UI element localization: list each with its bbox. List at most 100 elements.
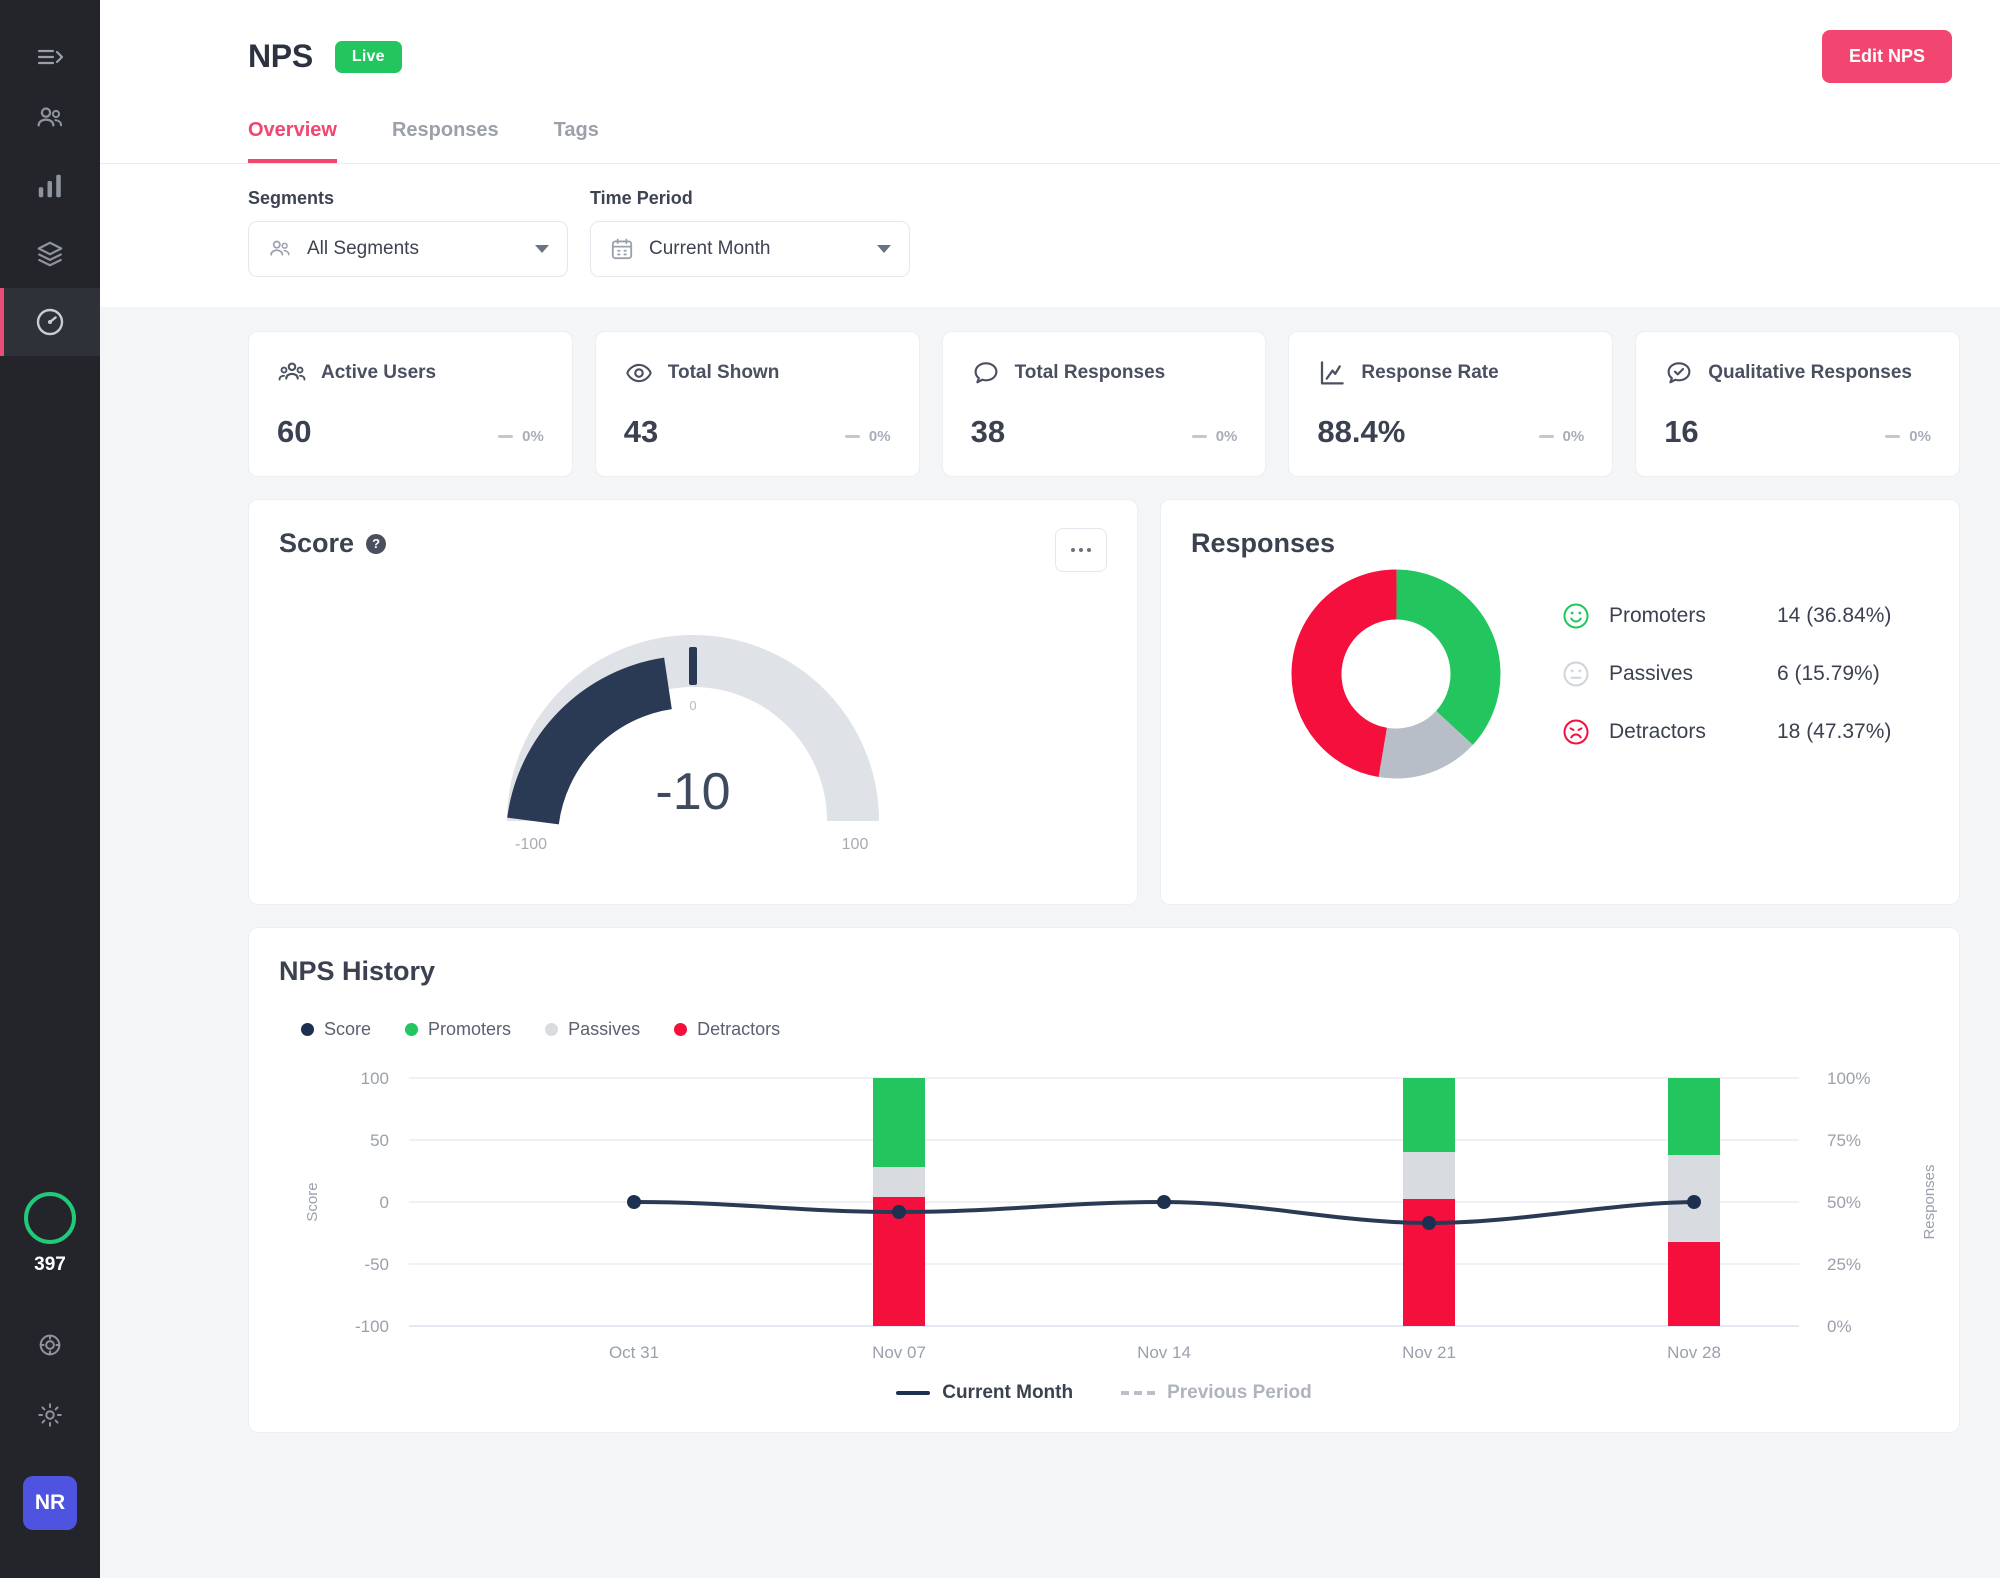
- kpi-head: Total Shown: [624, 358, 891, 388]
- segments-select[interactable]: All Segments: [248, 221, 568, 277]
- legend-label: Score: [324, 1019, 371, 1040]
- kpi-head: Total Responses: [971, 358, 1238, 388]
- score-more-button[interactable]: [1055, 528, 1107, 572]
- score-point[interactable]: [892, 1205, 906, 1219]
- score-panel: Score ?: [248, 499, 1138, 905]
- footer-legend-current-month[interactable]: Current Month: [896, 1382, 1073, 1404]
- legend-label: Passives: [568, 1019, 640, 1040]
- sidebar-item-users[interactable]: [0, 84, 100, 152]
- legend-item-promoters[interactable]: Promoters: [405, 1019, 511, 1040]
- bar-promoters: [1668, 1078, 1720, 1155]
- legend-item-score[interactable]: Score: [301, 1019, 371, 1040]
- bar-promoters: [873, 1078, 925, 1167]
- x-tick-label: Oct 31: [609, 1343, 659, 1362]
- segments-value: All Segments: [307, 238, 521, 260]
- nps-history-legend: Score Promoters Passives Detractors: [301, 1019, 1929, 1040]
- x-tick-label: Nov 21: [1402, 1343, 1456, 1362]
- sidebar-item-analytics[interactable]: [0, 152, 100, 220]
- eye-icon: [624, 358, 654, 388]
- kpi-delta: 0%: [1539, 428, 1585, 450]
- legend-dot-icon: [405, 1023, 418, 1036]
- bar-detractors: [1668, 1242, 1720, 1326]
- kpi-head: Response Rate: [1317, 358, 1584, 388]
- kpi-head: Qualitative Responses: [1664, 358, 1931, 388]
- y2-tick-label: 25%: [1827, 1255, 1861, 1274]
- footer-legend-previous-period[interactable]: Previous Period: [1121, 1382, 1312, 1404]
- kpi-card-qualitative-responses: Qualitative Responses 16 0%: [1635, 331, 1960, 477]
- legend-row-passives: Passives 6 (15.79%): [1561, 659, 1891, 689]
- kpi-row: Active Users 60 0%: [248, 331, 1960, 477]
- kpi-foot: 88.4% 0%: [1317, 414, 1584, 450]
- chat-check-icon: [1664, 358, 1694, 388]
- flat-trend-icon: [1192, 435, 1207, 438]
- tab-overview[interactable]: Overview: [248, 119, 337, 163]
- chart-footer-legend: Current Month Previous Period: [279, 1382, 1929, 1404]
- tab-responses[interactable]: Responses: [392, 119, 499, 163]
- sidebar-item-layers[interactable]: [0, 220, 100, 288]
- bar-group-nov21: [1403, 1078, 1455, 1326]
- people-icon: [267, 236, 293, 262]
- legend-label: Detractors: [697, 1019, 780, 1040]
- sidebar-item-settings[interactable]: [0, 1380, 100, 1450]
- legend-name: Detractors: [1609, 720, 1759, 744]
- calendar-icon: [609, 236, 635, 262]
- y-tick-label: 50: [370, 1131, 389, 1150]
- legend-row-detractors: Detractors 18 (47.37%): [1561, 717, 1891, 747]
- gauge-min-label: -100: [515, 836, 547, 853]
- dashed-line-icon: [1121, 1391, 1155, 1395]
- kpi-foot: 43 0%: [624, 414, 891, 450]
- tabs: Overview Responses Tags: [100, 119, 2000, 164]
- kpi-card-response-rate: Response Rate 88.4% 0%: [1288, 331, 1613, 477]
- ellipsis-icon: [1079, 548, 1083, 552]
- sidebar-item-nps[interactable]: [0, 288, 100, 356]
- score-gauge: 0 -100 100 -10: [279, 576, 1107, 876]
- people-group-icon: [277, 358, 307, 388]
- kpi-label: Total Responses: [1015, 362, 1166, 384]
- edit-nps-button[interactable]: Edit NPS: [1822, 30, 1952, 83]
- score-point[interactable]: [1157, 1195, 1171, 1209]
- kpi-value: 60: [277, 414, 311, 450]
- flat-trend-icon: [498, 435, 513, 438]
- time-period-select[interactable]: Current Month: [590, 221, 910, 277]
- legend-name: Promoters: [1609, 604, 1759, 628]
- sidebar: 397 NR: [0, 0, 100, 1578]
- credit-ring-icon: [24, 1192, 76, 1244]
- responses-panel-title: Responses: [1191, 528, 1929, 559]
- nps-history-chart: 100 50 0 -50 -100 Score 100% 75% 50% 25%…: [279, 1058, 1929, 1368]
- hamburger-icon[interactable]: [0, 30, 100, 84]
- question-mark-icon[interactable]: ?: [366, 534, 386, 554]
- score-panel-header: Score ?: [279, 528, 1107, 572]
- y-tick-label: 0: [380, 1193, 389, 1212]
- kpi-card-total-shown: Total Shown 43 0%: [595, 331, 920, 477]
- score-point[interactable]: [1687, 1195, 1701, 1209]
- avatar[interactable]: NR: [23, 1476, 77, 1530]
- line-chart-icon: [1317, 358, 1347, 388]
- legend-item-detractors[interactable]: Detractors: [674, 1019, 780, 1040]
- kpi-delta-value: 0%: [522, 428, 544, 445]
- segments-filter: Segments All Segments: [248, 188, 568, 277]
- x-tick-label: Nov 07: [872, 1343, 926, 1362]
- legend-value: 14 (36.84%): [1777, 604, 1891, 628]
- legend-item-passives[interactable]: Passives: [545, 1019, 640, 1040]
- ellipsis-icon: [1071, 548, 1075, 552]
- y2-tick-label: 0%: [1827, 1317, 1852, 1336]
- sidebar-item-goals[interactable]: [0, 1310, 100, 1380]
- y-tick-label: -50: [364, 1255, 389, 1274]
- tab-tags[interactable]: Tags: [554, 119, 599, 163]
- score-point[interactable]: [1422, 1216, 1436, 1230]
- time-period-filter: Time Period Current Month: [590, 188, 910, 277]
- x-tick-label: Nov 28: [1667, 1343, 1721, 1362]
- kpi-value: 38: [971, 414, 1005, 450]
- time-period-value: Current Month: [649, 238, 863, 260]
- legend-value: 6 (15.79%): [1777, 662, 1880, 686]
- score-point[interactable]: [627, 1195, 641, 1209]
- credit-count: 397: [34, 1254, 66, 1276]
- kpi-value: 16: [1664, 414, 1698, 450]
- dashboard-content: Active Users 60 0%: [100, 307, 2000, 1578]
- kpi-label: Qualitative Responses: [1708, 362, 1912, 384]
- bar-group-nov07: [873, 1078, 925, 1326]
- status-badge: Live: [335, 41, 402, 73]
- responses-legend: Promoters 14 (36.84%) Passi: [1561, 601, 1891, 747]
- kpi-delta-value: 0%: [1563, 428, 1585, 445]
- legend-row-promoters: Promoters 14 (36.84%): [1561, 601, 1891, 631]
